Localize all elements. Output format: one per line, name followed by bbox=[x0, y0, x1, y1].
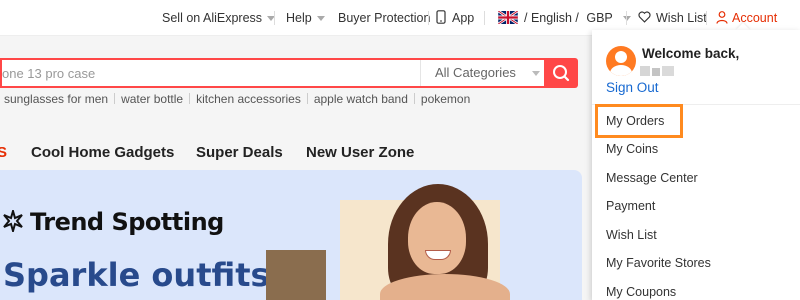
nav-item-super-deals[interactable]: Super Deals bbox=[196, 122, 283, 170]
divider bbox=[484, 11, 485, 25]
help-label: Help bbox=[286, 11, 312, 25]
menu-item-my-coins[interactable]: My Coins bbox=[606, 142, 658, 156]
sparkle-icon bbox=[3, 207, 23, 235]
nav-item-new-user-zone[interactable]: New User Zone bbox=[306, 122, 414, 170]
sell-label: Sell on AliExpress bbox=[162, 11, 263, 25]
banner-headline: Sparkle outfits bbox=[3, 256, 270, 294]
banner-title-text: Trend Spotting bbox=[30, 208, 224, 236]
promo-banner[interactable]: Trend Spotting Sparkle outfits bbox=[0, 170, 582, 300]
hot-word-link[interactable]: kitchen accessories bbox=[190, 92, 307, 106]
menu-item-wish-list[interactable]: Wish List bbox=[606, 228, 657, 242]
divider bbox=[274, 11, 275, 25]
banner-title: Trend Spotting bbox=[2, 207, 224, 236]
divider bbox=[706, 11, 707, 25]
menu-item-my-orders[interactable]: My Orders bbox=[606, 114, 664, 128]
search-bar: All Categories bbox=[0, 58, 544, 88]
app-label: App bbox=[452, 11, 475, 25]
hot-word-link[interactable]: water bottle bbox=[115, 92, 189, 106]
redacted-username bbox=[640, 66, 676, 76]
avatar-head bbox=[615, 51, 627, 63]
hot-word-link[interactable]: apple watch band bbox=[308, 92, 414, 106]
menu-item-message-center[interactable]: Message Center bbox=[606, 171, 698, 185]
hot-word-link[interactable]: pokemon bbox=[415, 92, 476, 106]
divider bbox=[428, 11, 429, 25]
menu-item-my-favorite-stores[interactable]: My Favorite Stores bbox=[606, 256, 711, 270]
heart-icon bbox=[638, 11, 651, 23]
account-dropdown: Welcome back, Sign Out My Orders My Coin… bbox=[592, 30, 800, 300]
sell-on-aliexpress-link[interactable]: Sell on AliExpress bbox=[162, 0, 276, 36]
help-link[interactable]: Help bbox=[286, 0, 325, 36]
nav-item-truncated[interactable]: S bbox=[0, 122, 7, 170]
uk-flag-icon bbox=[498, 11, 518, 24]
language-label: / English / bbox=[524, 11, 579, 25]
buyer-protection-link[interactable]: Buyer Protection bbox=[338, 0, 430, 36]
menu-item-payment[interactable]: Payment bbox=[606, 199, 655, 213]
category-nav: S Cool Home Gadgets Super Deals New User… bbox=[0, 122, 590, 170]
hot-search-words: sunglasses for men water bottle kitchen ac… bbox=[0, 92, 476, 106]
chevron-down-icon bbox=[316, 16, 325, 22]
phone-icon bbox=[436, 10, 446, 24]
account-label: Account bbox=[732, 11, 778, 25]
nav-item-cool-home-gadgets[interactable]: Cool Home Gadgets bbox=[31, 122, 174, 170]
sign-out-link[interactable]: Sign Out bbox=[606, 80, 659, 95]
user-icon bbox=[716, 11, 728, 24]
wish-list-label: Wish List bbox=[656, 11, 707, 25]
chevron-down-icon bbox=[531, 71, 540, 77]
category-select[interactable]: All Categories bbox=[420, 60, 546, 86]
avatar-body bbox=[610, 65, 632, 76]
currency-label: GBP bbox=[586, 11, 613, 25]
hot-word-link[interactable]: sunglasses for men bbox=[0, 92, 114, 106]
search-input[interactable] bbox=[2, 60, 420, 86]
avatar bbox=[606, 46, 636, 76]
search-icon bbox=[553, 65, 570, 82]
menu-item-my-coupons[interactable]: My Coupons bbox=[606, 285, 676, 299]
sequin-fabric-image bbox=[266, 250, 326, 300]
category-label: All Categories bbox=[435, 65, 516, 80]
welcome-text: Welcome back, bbox=[642, 46, 740, 61]
app-link[interactable]: App bbox=[436, 0, 474, 36]
divider bbox=[626, 11, 627, 25]
search-button[interactable] bbox=[544, 58, 578, 88]
model-face bbox=[408, 202, 466, 274]
